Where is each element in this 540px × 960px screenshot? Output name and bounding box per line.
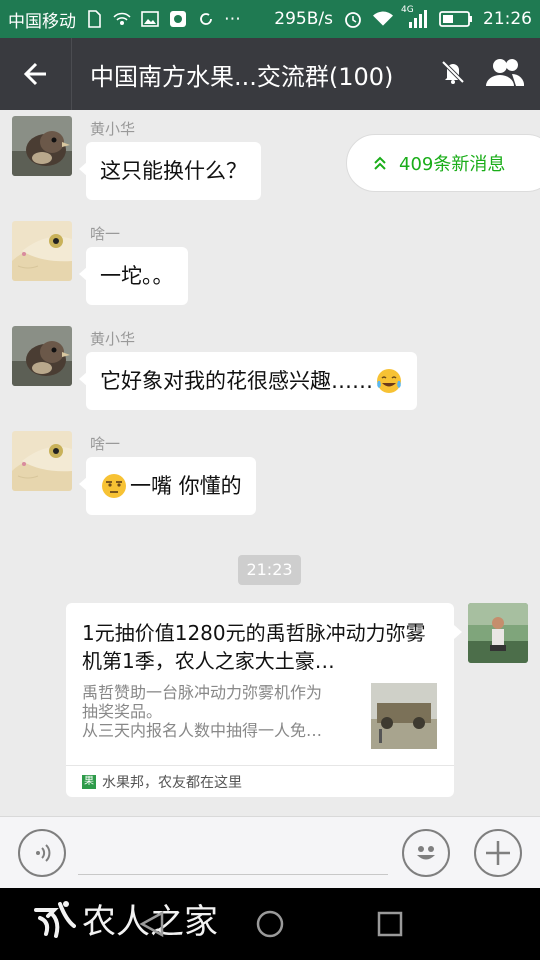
clock: 21:26 (483, 9, 532, 29)
message-bubble[interactable]: 一坨。。 (79, 247, 188, 305)
gecko-avatar[interactable] (12, 431, 72, 491)
chat-messages[interactable]: 黄小华 这只能换什么？ 409条新消息 啥一 一坨。。 黄小华 它好象对我的花很… (0, 110, 540, 816)
network-type: 4G (401, 5, 414, 15)
bird-avatar[interactable] (12, 116, 72, 176)
message-item: 黄小华 它好象对我的花很感兴趣…… (12, 326, 417, 410)
status-bar: 中国移动 ⋯ 295B/s 4G 21:26 (0, 0, 540, 38)
chat-title[interactable]: 中国南方水果...交流群(100) (90, 57, 440, 92)
message-input[interactable] (78, 827, 388, 875)
message-item: 黄小华 这只能换什么？ (12, 116, 261, 200)
new-messages-button[interactable]: 409条新消息 (346, 134, 540, 192)
back-button[interactable] (0, 38, 72, 110)
more-notifications-icon: ⋯ (224, 9, 241, 29)
message-text: 这只能换什么？ (100, 159, 247, 183)
bell-off-icon (440, 59, 466, 89)
sender-name: 黄小华 (90, 120, 136, 138)
mini-program-icon: 果 (82, 774, 96, 789)
my-avatar[interactable] (468, 603, 528, 663)
network-speed: 295B/s (274, 9, 333, 29)
double-chevron-up-icon (374, 156, 386, 170)
message-item: 啥一 一坨。。 (12, 221, 188, 305)
gecko-avatar[interactable] (12, 221, 72, 281)
message-text: 它好象对我的花很感兴趣…… (100, 369, 373, 393)
signal-icon: 4G (401, 5, 429, 29)
message-text: 一嘴 你懂的 (130, 474, 242, 498)
alarm-icon (343, 9, 363, 29)
card-source: 果 水果邦，农友都在这里 (66, 765, 454, 797)
nav-recents-button[interactable] (374, 908, 406, 940)
circle-home-icon (256, 910, 284, 938)
card-title: 1元抽价值1280元的禹哲脉冲动力弥雾机第1季，农人之家大土豪… (82, 621, 426, 673)
card-thumbnail (371, 683, 437, 749)
watermark-logo (34, 900, 76, 938)
shared-article-card[interactable]: 1元抽价值1280元的禹哲脉冲动力弥雾机第1季，农人之家大土豪… 禹哲赞助一台脉… (66, 603, 462, 797)
message-input-bar (0, 816, 540, 888)
card-desc-line: 禹哲赞助一台脉冲动力弥雾机作为 (82, 683, 323, 702)
sender-name: 黄小华 (90, 330, 136, 348)
message-text: 一坨。。 (100, 264, 174, 288)
hotspot-icon (112, 9, 132, 29)
card-desc-line: 抽奖奖品。 (82, 702, 163, 721)
chat-header: 中国南方水果...交流群(100) (0, 38, 540, 110)
triangle-back-icon (139, 910, 164, 938)
voice-icon (36, 844, 51, 862)
sender-name: 啥一 (90, 435, 121, 453)
sync-icon (196, 9, 216, 29)
add-button[interactable] (474, 829, 522, 877)
card-desc-line: 从三天内报名人数中抽得一人免… (82, 721, 323, 740)
bird-avatar[interactable] (12, 326, 72, 386)
square-recents-icon (377, 911, 403, 937)
message-bubble[interactable]: 一嘴 你懂的 (79, 457, 256, 515)
message-bubble[interactable]: 它好象对我的花很感兴趣…… (79, 352, 417, 410)
nav-back-button[interactable] (136, 908, 168, 940)
sim-card-icon (84, 9, 104, 29)
smirk-emoji (100, 472, 128, 500)
emoji-button[interactable] (402, 829, 450, 877)
system-nav-bar: 农人之家 (0, 888, 540, 960)
tears-of-joy-emoji (375, 367, 403, 395)
group-members-button[interactable] (484, 57, 525, 91)
watermark: 农人之家 (30, 894, 218, 943)
card-description: 禹哲赞助一台脉冲动力弥雾机作为 抽奖奖品。 从三天内报名人数中抽得一人免… (82, 683, 357, 740)
back-arrow-icon (23, 62, 46, 86)
timestamp-divider: 21:23 (238, 555, 301, 585)
sender-name: 啥一 (90, 225, 121, 243)
carrier-name: 中国移动 (8, 11, 76, 32)
wifi-icon (373, 9, 393, 29)
new-messages-label: 409条新消息 (399, 154, 506, 175)
nav-home-button[interactable] (254, 908, 286, 940)
plus-icon (486, 841, 510, 865)
voice-button[interactable] (18, 829, 66, 877)
app-notify-icon (168, 9, 188, 29)
card-source-name: 水果邦，农友都在这里 (102, 774, 242, 791)
battery-icon (439, 9, 473, 29)
group-members-icon (486, 59, 525, 86)
emoji-icon (417, 846, 435, 860)
message-item: 啥一 一嘴 你懂的 (12, 431, 256, 515)
image-icon (140, 9, 160, 29)
message-bubble[interactable]: 这只能换什么？ (79, 142, 261, 200)
